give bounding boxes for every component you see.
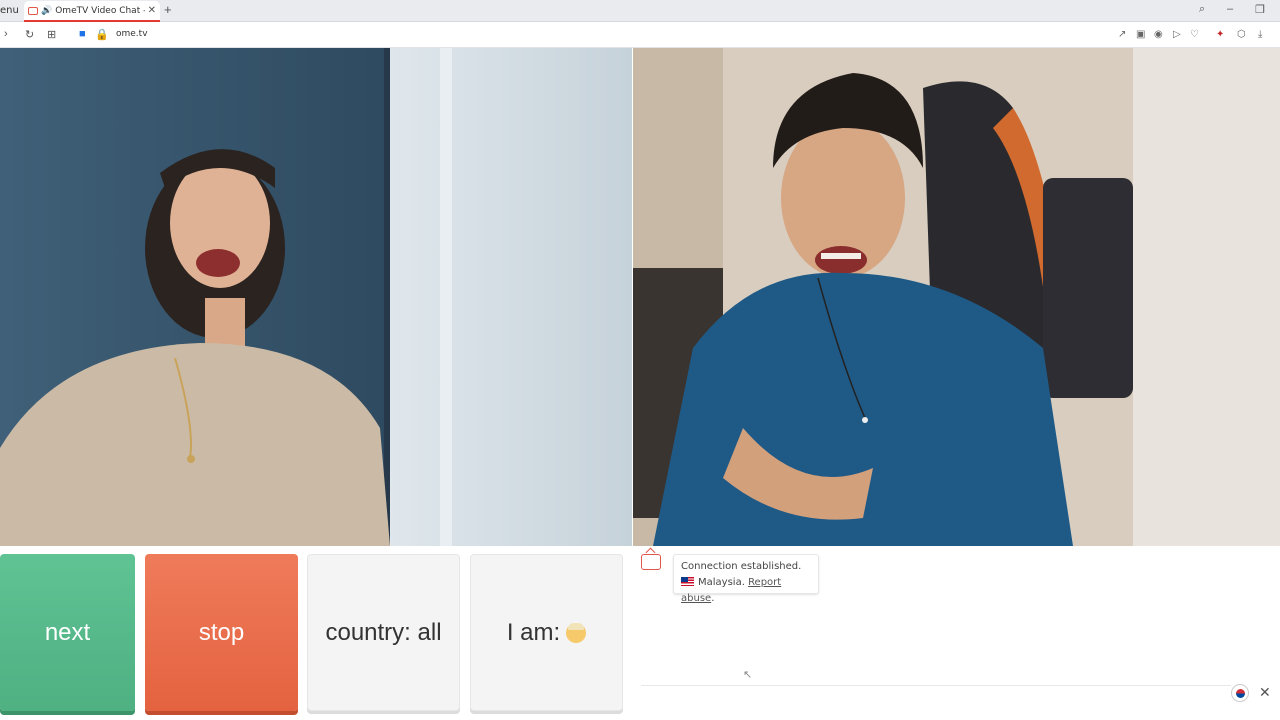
- address-bar: › ↻ ⊞ ■ 🔒 ome.tv ↗ ▣ ◉ ▷ ♡ ✦ ⬡ ⤓: [0, 22, 1280, 48]
- mouse-cursor-icon: ↖: [743, 669, 753, 681]
- partner-country-line: Malaysia. Report abuse.: [681, 575, 811, 607]
- system-message: Connection established. Malaysia. Report…: [673, 554, 819, 604]
- malaysia-flag-icon: [681, 577, 694, 586]
- gender-select-label: I am:: [506, 618, 561, 646]
- tab-ometv[interactable]: 🔊 OmeTV Video Chat - C ✕: [24, 1, 160, 22]
- ometv-logo-icon: [641, 554, 661, 570]
- play-icon[interactable]: ▷: [1173, 29, 1181, 40]
- extension-icon[interactable]: ✦: [1216, 29, 1224, 40]
- report-suffix: .: [711, 593, 715, 604]
- self-video-frame: [633, 48, 1280, 546]
- url-field[interactable]: ome.tv: [116, 29, 148, 39]
- restore-icon[interactable]: ❐: [1255, 3, 1265, 16]
- gender-select-button[interactable]: I am:: [470, 554, 623, 711]
- download-icon[interactable]: ⤓: [1258, 29, 1262, 40]
- country-filter-button[interactable]: country: all: [307, 554, 460, 711]
- stranger-video-frame: [0, 48, 632, 546]
- controls-panel: next stop country: all I am:: [0, 546, 632, 720]
- reload-icon[interactable]: ↻: [25, 28, 34, 41]
- menu-label[interactable]: enu: [0, 5, 19, 16]
- tab-title: OmeTV Video Chat - C: [55, 5, 144, 16]
- ometv-favicon-icon: [28, 6, 38, 15]
- forward-icon[interactable]: ›: [4, 28, 8, 40]
- lock-icon: 🔒: [95, 29, 109, 41]
- cube-icon[interactable]: ⬡: [1237, 29, 1246, 40]
- new-tab-button[interactable]: +: [164, 2, 172, 17]
- tab-bar: enu 🔊 OmeTV Video Chat - C ✕ + ⌕ – ❐: [0, 0, 1280, 22]
- screenshot-icon[interactable]: ▣: [1136, 29, 1145, 40]
- partner-country: Malaysia.: [698, 577, 745, 588]
- chat-close-icon[interactable]: ✕: [1259, 684, 1271, 701]
- search-icon[interactable]: ⌕: [1199, 3, 1205, 16]
- korea-flag-icon[interactable]: [1231, 684, 1249, 702]
- chat-panel: Connection established. Malaysia. Report…: [633, 546, 1280, 720]
- stop-button[interactable]: stop: [145, 554, 298, 711]
- next-button[interactable]: next: [0, 554, 135, 711]
- person-emoji-icon: [566, 622, 587, 643]
- self-video: [633, 48, 1280, 546]
- grid-icon[interactable]: ⊞: [47, 28, 56, 41]
- share-icon[interactable]: ↗: [1118, 29, 1126, 40]
- close-icon[interactable]: ✕: [148, 5, 156, 16]
- connection-status: Connection established.: [681, 561, 802, 572]
- record-icon[interactable]: ◉: [1154, 29, 1163, 40]
- stranger-video: [0, 48, 632, 546]
- minimize-icon[interactable]: –: [1227, 3, 1233, 15]
- camera-icon[interactable]: ■: [79, 28, 86, 40]
- chat-input[interactable]: [641, 685, 1231, 707]
- speaker-icon[interactable]: 🔊: [41, 6, 52, 16]
- heart-icon[interactable]: ♡: [1190, 29, 1199, 40]
